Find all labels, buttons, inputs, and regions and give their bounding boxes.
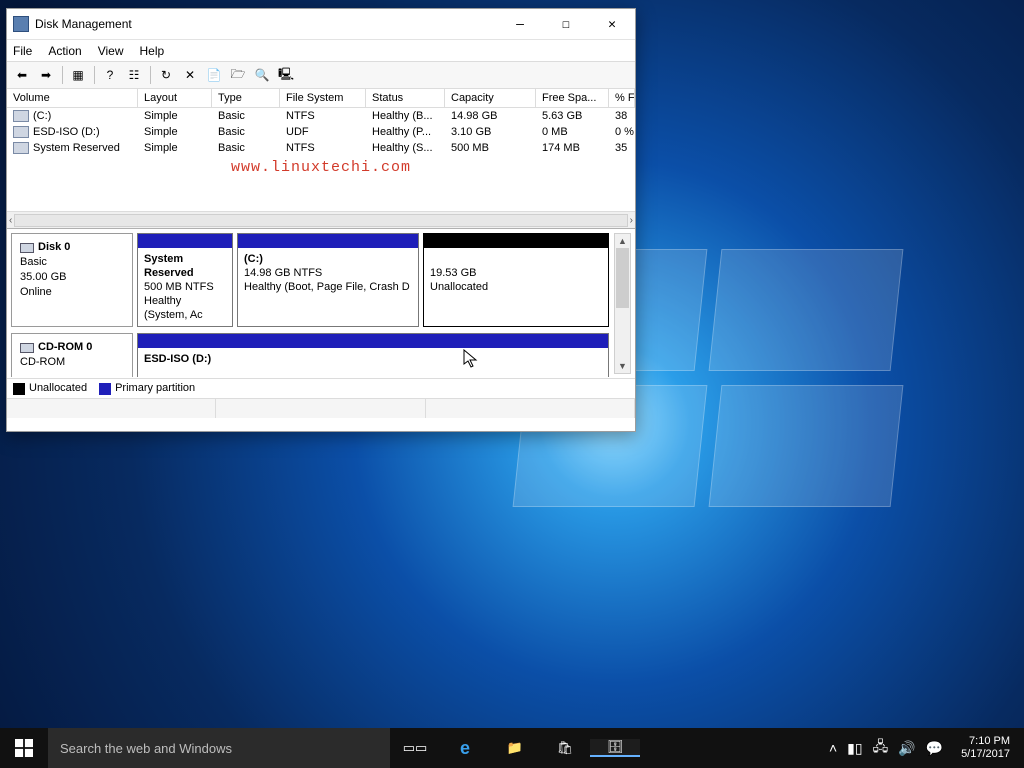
cdrom-label[interactable]: CD-ROM 0 CD-ROM [11, 333, 133, 377]
statusbar [7, 398, 635, 418]
clock[interactable]: 7:10 PM 5/17/2017 [953, 735, 1018, 761]
col-pctfree[interactable]: % F [609, 89, 635, 107]
menu-action[interactable]: Action [48, 44, 81, 58]
show-hide-tree-button[interactable]: ▦ [67, 64, 89, 86]
action-center-icon[interactable]: 💬 [926, 740, 943, 757]
legend-primary-swatch [99, 383, 111, 395]
edge-icon: e [460, 738, 470, 759]
properties-button[interactable]: ☷ [123, 64, 145, 86]
col-volume[interactable]: Volume [7, 89, 138, 107]
col-layout[interactable]: Layout [138, 89, 212, 107]
volume-list: Volume Layout Type File System Status Ca… [7, 89, 635, 211]
clock-time: 7:10 PM [961, 735, 1010, 748]
col-free[interactable]: Free Spa... [536, 89, 609, 107]
vol-name: (C:) [7, 108, 138, 124]
close-button[interactable]: ✕ [589, 9, 635, 39]
taskbar-disk-management[interactable]: 🗄 [590, 739, 640, 757]
col-status[interactable]: Status [366, 89, 445, 107]
disk-map-vscroll[interactable]: ▲▼ [614, 233, 631, 374]
task-view-button[interactable]: ▭▭ [390, 740, 440, 756]
volume-icon[interactable]: 🔊 [898, 740, 915, 757]
partition-system-reserved[interactable]: System Reserved 500 MB NTFS Healthy (Sys… [137, 233, 233, 327]
toolbar: ⬅ ➡ ▦ ? ☷ ↻ ✕ 📄 🗁 🔍 🖳 [7, 61, 635, 89]
window-title: Disk Management [35, 17, 132, 31]
help-button[interactable]: ? [99, 64, 121, 86]
vol-name: ESD-ISO (D:) [7, 124, 138, 140]
cdrom-icon [20, 343, 34, 353]
refresh-button[interactable]: ↻ [155, 64, 177, 86]
folder-icon: 📁 [507, 740, 523, 756]
tray-overflow-button[interactable]: ˄ [829, 740, 837, 756]
maximize-button[interactable]: ☐ [543, 9, 589, 39]
taskbar-store[interactable]: 🛍 [540, 740, 590, 756]
start-button[interactable] [0, 728, 48, 768]
watermark-text: www.linuxtechi.com [7, 159, 635, 176]
diskmgmt-icon: 🗄 [607, 739, 624, 755]
disk-0-row: Disk 0 Basic 35.00 GB Online System Rese… [11, 233, 631, 327]
partition-c[interactable]: (C:) 14.98 GB NTFS Healthy (Boot, Page F… [237, 233, 419, 327]
search-placeholder: Search the web and Windows [60, 741, 232, 756]
taskbar-edge[interactable]: e [440, 738, 490, 759]
clock-date: 5/17/2017 [961, 748, 1010, 761]
disk-icon [20, 243, 34, 253]
windows-logo-icon [15, 739, 33, 757]
volume-row[interactable]: ESD-ISO (D:) Simple Basic UDF Healthy (P… [7, 124, 635, 140]
taskbar: Search the web and Windows ▭▭ e 📁 🛍 🗄 ˄ … [0, 728, 1024, 768]
volume-list-hscroll[interactable]: ‹› [7, 211, 635, 228]
partition-esd-iso[interactable]: ESD-ISO (D:) [137, 333, 609, 377]
query-button[interactable]: 🔍 [251, 64, 273, 86]
menu-file[interactable]: File [13, 44, 32, 58]
app-icon [13, 16, 29, 32]
taskview-icon: ▭▭ [403, 740, 428, 756]
col-type[interactable]: Type [212, 89, 280, 107]
minimize-button[interactable]: — [497, 9, 543, 39]
rescan-button[interactable]: 🗁 [227, 64, 249, 86]
more-button[interactable]: 🖳 [275, 64, 297, 86]
cdrom-0-row: CD-ROM 0 CD-ROM ESD-ISO (D:) [11, 333, 631, 377]
partition-unallocated[interactable]: 19.53 GB Unallocated [423, 233, 609, 327]
menu-help[interactable]: Help [140, 44, 165, 58]
delete-button[interactable]: ✕ [179, 64, 201, 86]
system-tray: ˄ ▮▯ 🖧 🔊 💬 7:10 PM 5/17/2017 [823, 728, 1024, 768]
col-filesystem[interactable]: File System [280, 89, 366, 107]
titlebar[interactable]: Disk Management — ☐ ✕ [7, 9, 635, 39]
vol-name: System Reserved [7, 140, 138, 156]
taskbar-explorer[interactable]: 📁 [490, 740, 540, 756]
back-button[interactable]: ⬅ [11, 64, 33, 86]
store-icon: 🛍 [557, 740, 574, 756]
battery-icon[interactable]: ▮▯ [847, 740, 862, 757]
col-capacity[interactable]: Capacity [445, 89, 536, 107]
search-box[interactable]: Search the web and Windows [48, 728, 390, 768]
volume-row[interactable]: System Reserved Simple Basic NTFS Health… [7, 140, 635, 156]
menu-view[interactable]: View [98, 44, 124, 58]
menubar: File Action View Help [7, 39, 635, 61]
legend-unallocated-swatch [13, 383, 25, 395]
disk-map-pane: Disk 0 Basic 35.00 GB Online System Rese… [7, 228, 635, 378]
disk-management-window: Disk Management — ☐ ✕ File Action View H… [6, 8, 636, 432]
disk-0-label[interactable]: Disk 0 Basic 35.00 GB Online [11, 233, 133, 327]
volume-row[interactable]: (C:) Simple Basic NTFS Healthy (B... 14.… [7, 108, 635, 124]
network-icon[interactable]: 🖧 [873, 736, 889, 760]
volume-list-header: Volume Layout Type File System Status Ca… [7, 89, 635, 108]
legend: Unallocated Primary partition [7, 378, 635, 398]
settings-button[interactable]: 📄 [203, 64, 225, 86]
forward-button[interactable]: ➡ [35, 64, 57, 86]
